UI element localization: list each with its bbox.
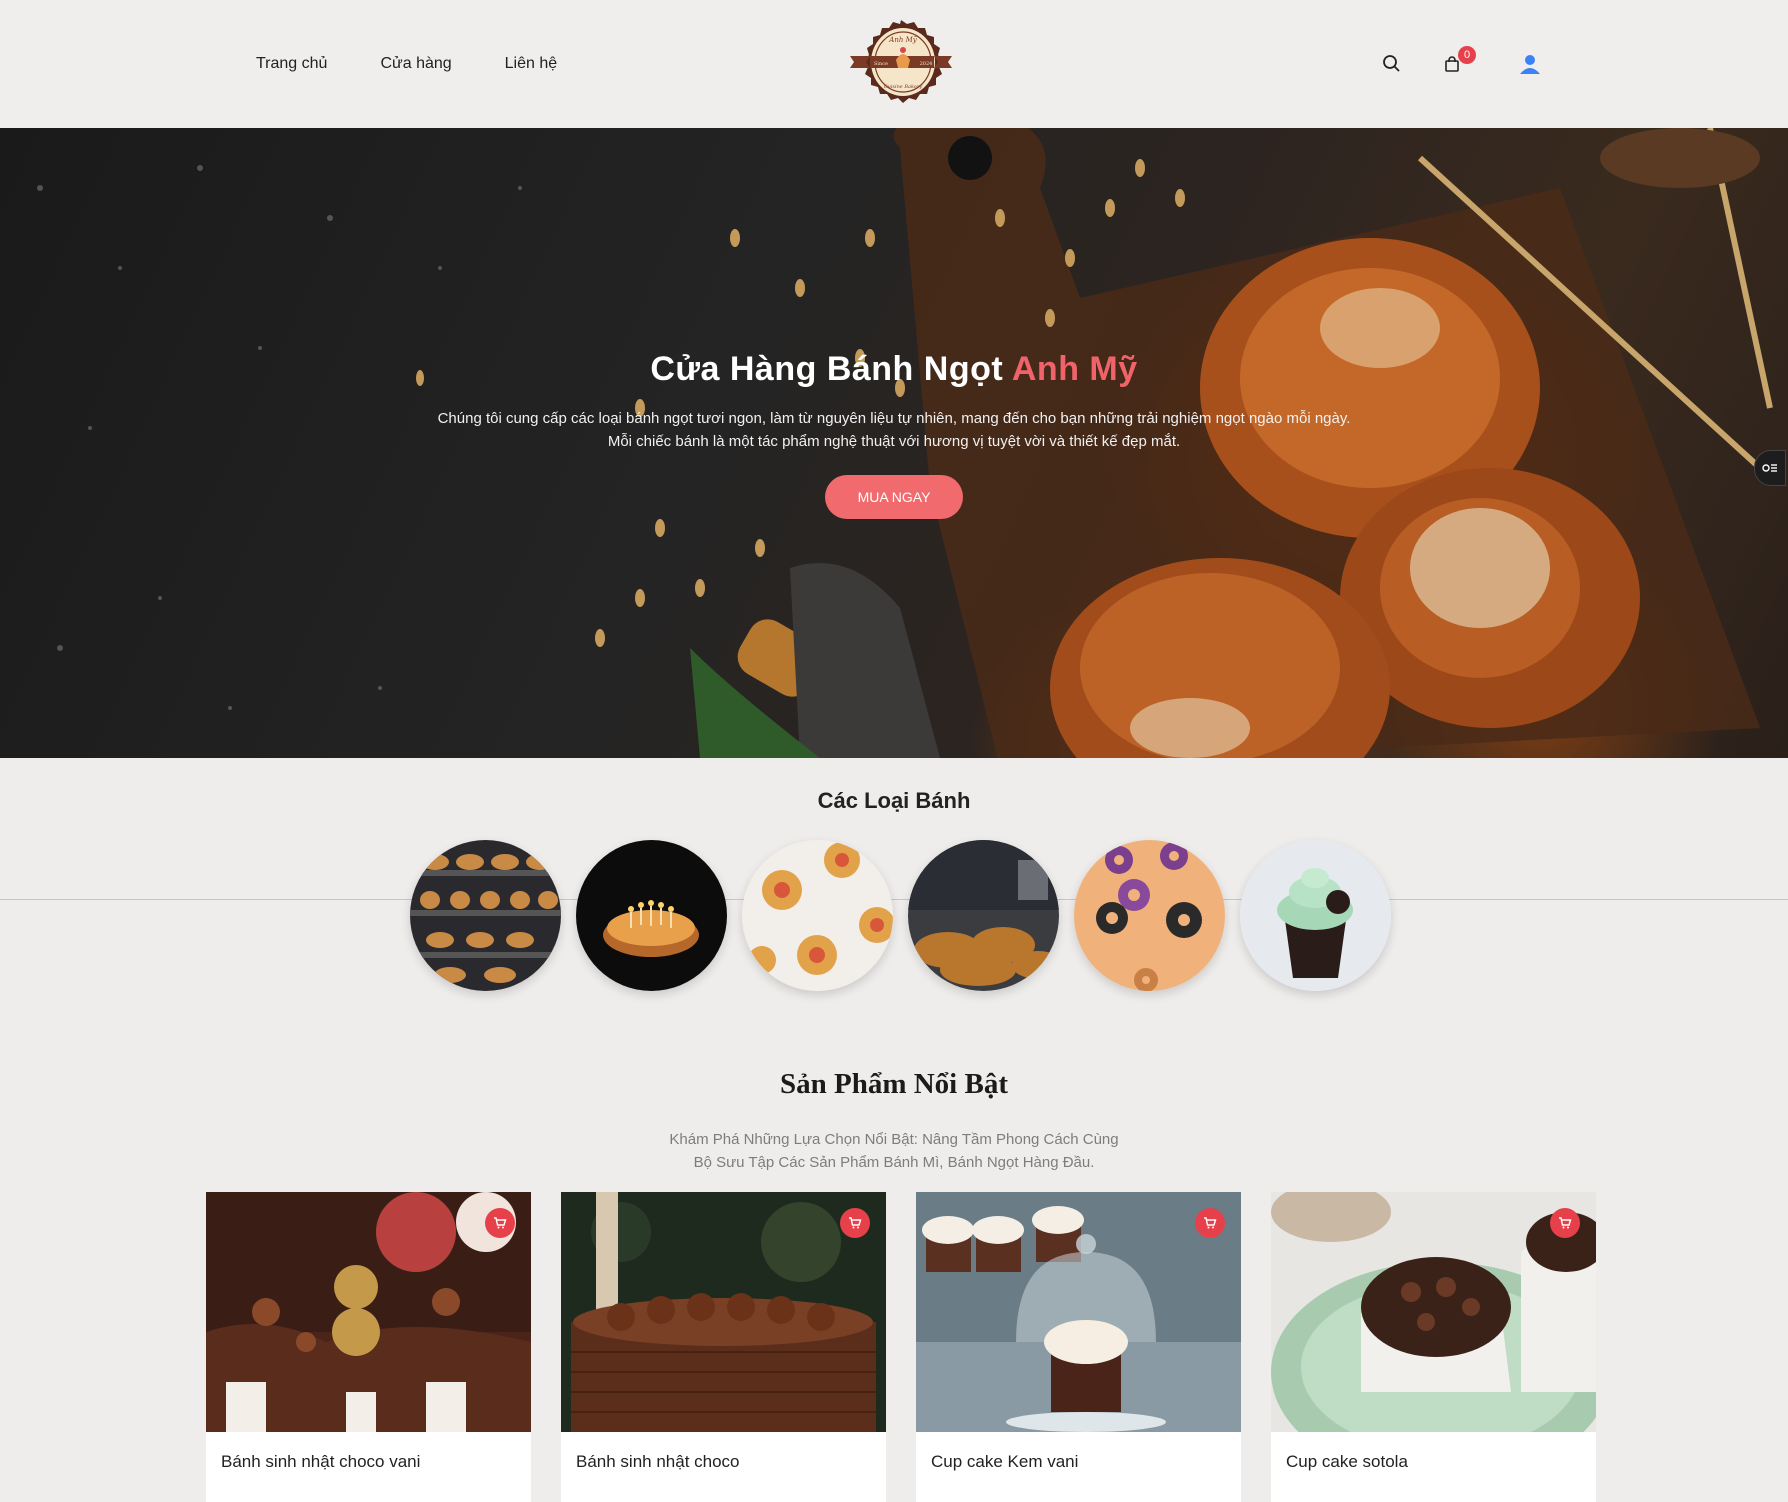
category-cupcake[interactable] [1240,840,1391,991]
product-name[interactable]: Bánh sinh nhật choco vani [221,1452,420,1472]
nav-link-shop[interactable]: Cửa hàng [380,55,451,73]
hero-banner: Cửa Hàng Bánh Ngọt Anh Mỹ Chúng tôi cung… [0,128,1788,758]
svg-text:Cuisine Bakery: Cuisine Bakery [884,84,923,90]
hero-subtitle-line1: Chúng tôi cung cấp các loại bánh ngọt tư… [437,410,1351,427]
category-croissant[interactable] [908,840,1059,991]
shop-now-button[interactable]: MUA NGAY [825,475,963,519]
add-to-cart-icon[interactable] [1550,1208,1580,1238]
cart-count-badge: 0 [1458,46,1476,64]
featured-title: Sản Phẩm Nổi Bật [779,1068,1008,1100]
add-to-cart-icon[interactable] [485,1208,515,1238]
hero-content: Cửa Hàng Bánh Ngọt Anh Mỹ Chúng tôi cung… [0,350,1788,519]
hero-title-main: Cửa Hàng Bánh Ngọt [650,350,1004,388]
nav-link-contact[interactable]: Liên hệ [505,55,558,73]
featured-subtitle: Khám Phá Những Lựa Chọn Nổi Bật: Nâng Tầ… [0,1128,1788,1174]
category-birthday-cake[interactable] [576,840,727,991]
product-image[interactable] [206,1192,531,1432]
product-card[interactable]: Bánh sinh nhật choco vani [206,1192,531,1502]
category-donut[interactable] [1074,840,1225,991]
product-image[interactable] [1271,1192,1596,1432]
featured-subtitle-line1: Khám Phá Những Lựa Chọn Nổi Bật: Nâng Tầ… [669,1131,1119,1148]
filter-toggle-icon[interactable] [1754,450,1786,486]
product-grid: Bánh sinh nhật choco vani Bánh sinh nhật… [206,1192,1596,1502]
product-name[interactable]: Cup cake sotola [1286,1452,1408,1472]
add-to-cart-icon[interactable] [840,1208,870,1238]
product-card[interactable]: Bánh sinh nhật choco [561,1192,886,1502]
category-pastry[interactable] [742,840,893,991]
categories-title: Các Loại Bánh [817,788,971,813]
hero-subtitle-line2: Mỗi chiếc bánh là một tác phẩm nghệ thuậ… [607,433,1181,450]
product-image[interactable] [561,1192,886,1432]
svg-text:Since: Since [874,61,888,67]
svg-text:Anh Mỹ: Anh Mỹ [888,36,917,44]
product-card[interactable]: Cup cake Kem vani [916,1192,1241,1502]
product-image[interactable] [916,1192,1241,1432]
search-icon[interactable] [1380,52,1402,74]
shopping-bag-icon[interactable]: 0 [1442,46,1476,74]
product-card[interactable]: Cup cake sotola [1271,1192,1596,1502]
main-nav: Trang chủ Cửa hàng Liên hệ [256,0,557,128]
hero-title: Cửa Hàng Bánh Ngọt Anh Mỹ [0,350,1788,389]
nav-link-home[interactable]: Trang chủ [256,55,327,73]
category-bread[interactable] [410,840,561,991]
site-header: Trang chủ Cửa hàng Liên hệ Anh Mỹ Since … [0,0,1788,128]
product-name[interactable]: Cup cake Kem vani [931,1452,1078,1472]
hero-subtitle: Chúng tôi cung cấp các loại bánh ngọt tư… [0,407,1788,453]
product-name[interactable]: Bánh sinh nhật choco [576,1452,740,1472]
hero-title-accent: Anh Mỹ [1011,350,1138,388]
user-icon[interactable] [1518,52,1542,76]
featured-subtitle-line2: Bộ Sưu Tập Các Sản Phẩm Bánh Mì, Bánh Ng… [693,1154,1095,1171]
bakery-logo[interactable]: Anh Mỹ Since 2024 Cuisine Bakery [848,16,954,112]
add-to-cart-icon[interactable] [1195,1208,1225,1238]
svg-text:2024: 2024 [920,61,933,67]
category-list [410,840,1391,991]
